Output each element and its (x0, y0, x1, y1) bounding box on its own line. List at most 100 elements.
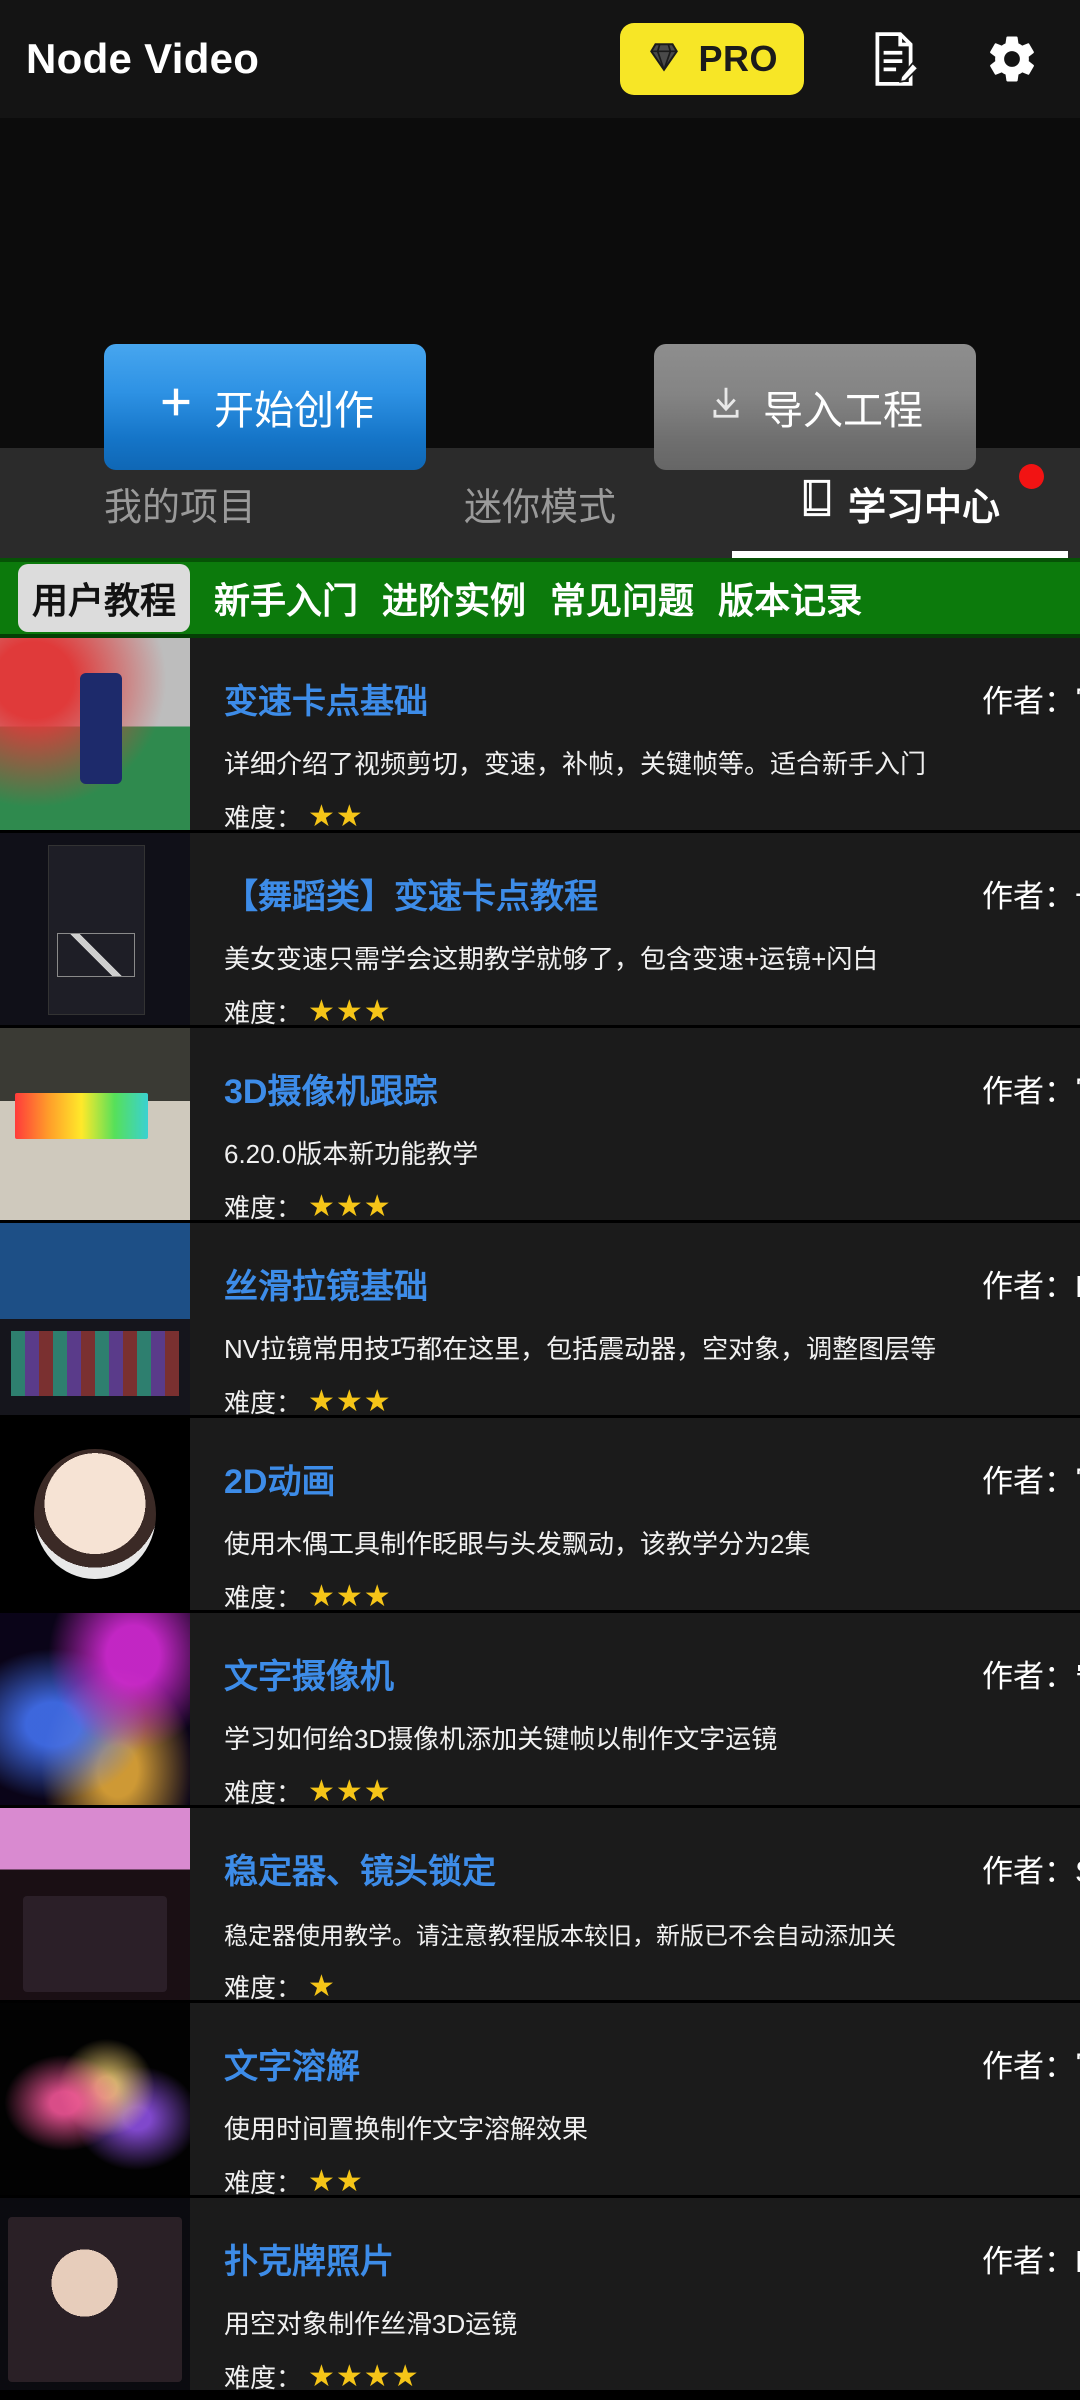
tab-mini-mode[interactable]: 迷你模式 (360, 448, 720, 558)
tutorial-description: 学习如何给3D摄像机添加关键帧以制作文字运镜 (224, 1724, 778, 1754)
difficulty-label: 难度： (224, 2168, 303, 2198)
gear-icon[interactable] (984, 31, 1040, 87)
tutorial-row-body: 变速卡点基础 作者：官官详细介绍了视频剪切，变速，补帧，关键帧等。适合新手入门难度… (190, 638, 1080, 830)
tutorial-title[interactable]: 文字溶解 (224, 2039, 360, 2088)
difficulty-stars: ★ (308, 1970, 336, 2003)
tutorial-difficulty: 难度： ★★★ (224, 1383, 392, 1418)
category-beginner[interactable]: 新手入门 (214, 572, 358, 624)
category-user-tutorials[interactable]: 用户教程 (18, 564, 191, 632)
import-project-label: 导入工程 (763, 389, 923, 433)
tab-my-projects-label: 我的项目 (103, 486, 256, 529)
difficulty-stars: ★★★ (308, 1190, 392, 1223)
tutorial-description: 6.20.0版本新功能教学 (224, 1139, 479, 1169)
difficulty-label: 难度： (224, 2363, 303, 2393)
category-advanced[interactable]: 进阶实例 (382, 572, 526, 624)
tutorial-thumbnail[interactable] (0, 1613, 190, 1805)
tutorial-row-body: 2D动画作者：官官使用木偶工具制作眨眼与头发飘动，该教学分为2集难度：★★★工程… (190, 1418, 1080, 1610)
tutorial-title[interactable]: 丝滑拉镜基础 (224, 1259, 428, 1308)
tutorial-difficulty: 难度： ★★★ (224, 1773, 392, 1808)
tutorial-row[interactable]: 【舞蹈类】变速卡点教程 作者：一口温泉蛋美女变速只需学会这期教学就够了，包含变速+… (0, 833, 1080, 1028)
tutorial-author: 作者：宁采臣、 (982, 1659, 1080, 1694)
tutorial-title[interactable]: 【舞蹈类】变速卡点教程 (224, 869, 598, 918)
book-icon (800, 478, 834, 528)
tutorial-description: 使用木偶工具制作眨眼与头发飘动，该教学分为2集 (224, 1529, 811, 1559)
difficulty-stars: ★★★ (308, 1385, 392, 1418)
tutorial-row[interactable]: 丝滑拉镜基础 作者：Lily NV拉镜常用技巧都在这里，包括震动器，空对象，调整图层… (0, 1223, 1080, 1418)
tutorial-difficulty: 难度： ★★★ (224, 993, 392, 1028)
thumbnail-image (0, 2003, 190, 2195)
tutorial-title[interactable]: 3D摄像机跟踪 (224, 1064, 437, 1113)
download-icon (707, 382, 745, 432)
tutorial-thumbnail[interactable] (0, 1418, 190, 1610)
status-badge (1019, 464, 1044, 489)
tutorial-title[interactable]: 扑克牌照片 (224, 2234, 394, 2283)
tutorial-row-body: 【舞蹈类】变速卡点教程 作者：一口温泉蛋美女变速只需学会这期教学就够了，包含变速+… (190, 833, 1080, 1025)
tutorial-difficulty: 难度： ★ (224, 1968, 336, 2003)
tutorial-author: 作者：Lily (982, 1269, 1080, 1304)
app-bar: Node Video PRO (0, 0, 1080, 118)
thumbnail-image (0, 1418, 190, 1610)
difficulty-label: 难度： (224, 1778, 303, 1808)
tutorial-title[interactable]: 文字摄像机 (224, 1649, 394, 1698)
difficulty-label: 难度： (224, 998, 303, 1028)
difficulty-label: 难度： (224, 1583, 303, 1613)
tutorial-author: 作者：官官 (982, 2049, 1080, 2084)
difficulty-stars: ★★★★ (308, 2360, 420, 2393)
tutorial-author: 作者：一口温泉蛋 (982, 879, 1080, 914)
category-faq[interactable]: 常见问题 (550, 572, 694, 624)
tab-mini-mode-label: 迷你模式 (463, 486, 616, 529)
diamond-icon (646, 40, 682, 79)
tutorial-row[interactable]: 稳定器、镜头锁定 作者：SJ汕治稳定器使用教学。请注意教程版本较旧，新版已不会自动… (0, 1808, 1080, 2003)
tutorial-description: 美女变速只需学会这期教学就够了，包含变速+运镜+闪白 (224, 944, 879, 974)
tutorial-row-body: 3D摄像机跟踪 作者：官官 6.20.0版本新功能教学难度：★★★ (190, 1028, 1080, 1220)
tutorial-difficulty: 难度： ★★★ (224, 1188, 392, 1223)
tutorial-author: 作者：官官 (982, 1464, 1080, 1499)
tutorial-row[interactable]: 2D动画作者：官官使用木偶工具制作眨眼与头发飘动，该教学分为2集难度：★★★工程… (0, 1418, 1080, 1613)
pro-upgrade-button[interactable]: PRO (620, 23, 804, 95)
document-edit-icon[interactable] (866, 31, 922, 87)
tutorial-row-body: 文字摄像机 作者：宁采臣、学习如何给3D摄像机添加关键帧以制作文字运镜难度：★★★… (190, 1613, 1080, 1805)
thumbnail-image (0, 1223, 190, 1415)
thumbnail-image (0, 1028, 190, 1220)
thumbnail-image (0, 638, 190, 830)
tutorial-row[interactable]: 文字溶解作者：官官使用时间置换制作文字溶解效果难度：★★工程下载 (0, 2003, 1080, 2198)
difficulty-stars: ★★ (308, 800, 364, 833)
main-tab-bar: 我的项目 迷你模式 学习中心 (0, 448, 1080, 558)
thumbnail-image (0, 2198, 190, 2390)
start-creating-label: 开始创作 (214, 389, 374, 433)
tutorial-thumbnail[interactable] (0, 1808, 190, 2000)
tutorial-difficulty: 难度： ★★★★ (224, 2358, 420, 2393)
tab-learning-center[interactable]: 学习中心 (720, 448, 1080, 558)
tutorial-thumbnail[interactable] (0, 1028, 190, 1220)
tutorial-row[interactable]: 3D摄像机跟踪 作者：官官 6.20.0版本新功能教学难度：★★★ (0, 1028, 1080, 1223)
tutorial-description: 稳定器使用教学。请注意教程版本较旧，新版已不会自动添加关 (224, 1923, 896, 1950)
difficulty-label: 难度： (224, 1193, 303, 1223)
tutorial-row[interactable]: 扑克牌照片作者：NV_冰冷羊用空对象制作丝滑3D运镜难度：★★★★工程下载 (0, 2198, 1080, 2393)
category-bar: 用户教程 新手入门 进阶实例 常见问题 版本记录 (0, 558, 1080, 638)
tutorial-row[interactable]: 变速卡点基础 作者：官官详细介绍了视频剪切，变速，补帧，关键帧等。适合新手入门难度… (0, 638, 1080, 833)
difficulty-stars: ★★ (308, 2165, 364, 2198)
tutorial-thumbnail[interactable] (0, 2003, 190, 2195)
tutorial-thumbnail[interactable] (0, 833, 190, 1025)
tutorial-title[interactable]: 2D动画 (224, 1454, 335, 1503)
tab-my-projects[interactable]: 我的项目 (0, 448, 360, 558)
tutorial-row-body: 丝滑拉镜基础 作者：Lily NV拉镜常用技巧都在这里，包括震动器，空对象，调整图层… (190, 1223, 1080, 1415)
tutorial-list[interactable]: 变速卡点基础作者：官官详细介绍了视频剪切，变速，补帧，关键帧等。适合新手入门难度… (0, 638, 1080, 2400)
tutorial-title[interactable]: 稳定器、镜头锁定 (224, 1844, 496, 1893)
tutorial-thumbnail[interactable] (0, 638, 190, 830)
tutorial-thumbnail[interactable] (0, 1223, 190, 1415)
tutorial-author: 作者：官官 (982, 1074, 1080, 1109)
plus-icon (156, 382, 196, 432)
tutorial-title[interactable]: 变速卡点基础 (224, 674, 428, 723)
app-bar-actions: PRO (620, 23, 1040, 95)
tutorial-row[interactable]: 文字摄像机 作者：宁采臣、学习如何给3D摄像机添加关键帧以制作文字运镜难度：★★★… (0, 1613, 1080, 1808)
app-title: Node Video (26, 35, 260, 82)
difficulty-stars: ★★★ (308, 995, 392, 1028)
tutorial-thumbnail[interactable] (0, 2198, 190, 2390)
tutorial-row-body: 扑克牌照片作者：NV_冰冷羊用空对象制作丝滑3D运镜难度：★★★★工程下载 (190, 2198, 1080, 2390)
difficulty-label: 难度： (224, 1973, 303, 2003)
category-changelog[interactable]: 版本记录 (718, 572, 862, 624)
difficulty-label: 难度： (224, 1388, 303, 1418)
tutorial-difficulty: 难度： ★★★ (224, 1578, 392, 1613)
tutorial-row-body: 稳定器、镜头锁定 作者：SJ汕治稳定器使用教学。请注意教程版本较旧，新版已不会自动… (190, 1808, 1080, 2000)
